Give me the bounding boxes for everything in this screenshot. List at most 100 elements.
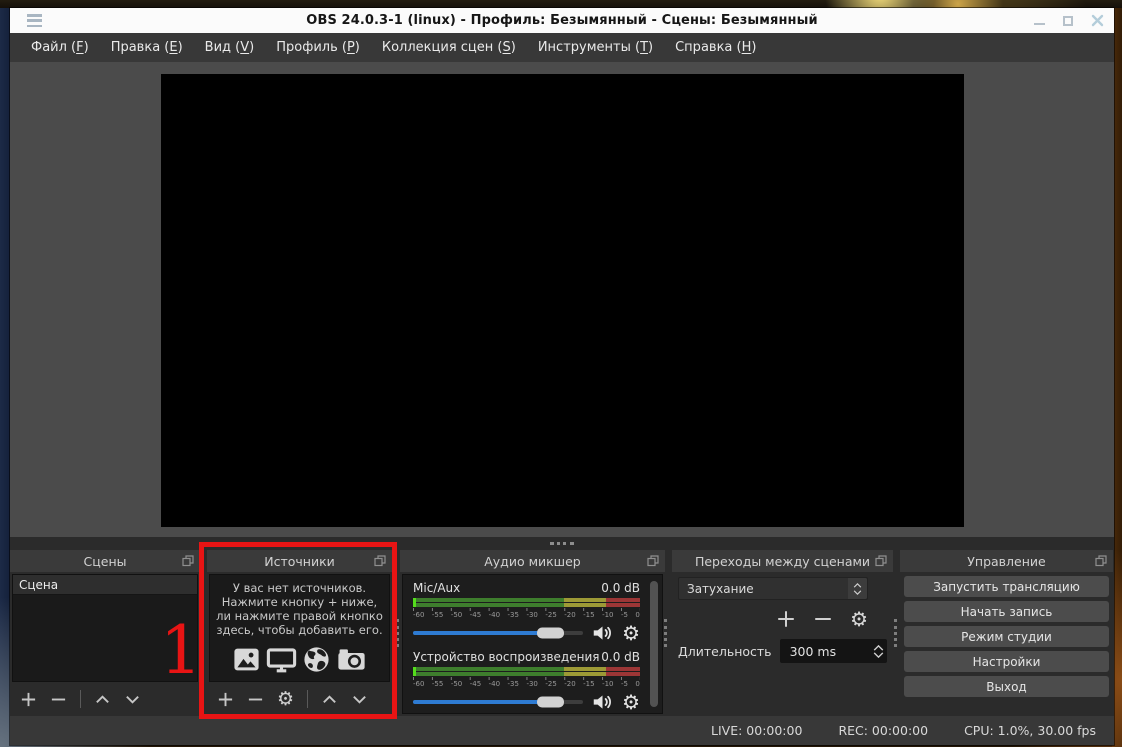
transition-properties-gear-icon[interactable]: ⚙ xyxy=(850,609,868,629)
sources-toolbar: ⚙ xyxy=(207,682,392,716)
transitions-dock: Переходы между сценами Затухание ⚙ Длите… xyxy=(672,550,893,716)
window-controls xyxy=(1032,8,1104,33)
transition-select[interactable]: Затухание xyxy=(678,577,868,600)
menu-item[interactable]: Инструменты (T) xyxy=(529,36,662,59)
controls-dock-titlebar: Управление xyxy=(900,550,1113,572)
dock-row: Сцены Сцена Источники У вас нет источник… xyxy=(10,550,1114,716)
dock-resize-handle[interactable] xyxy=(396,619,399,647)
dock-splitter[interactable] xyxy=(10,537,1114,550)
control-button[interactable]: Начать запись xyxy=(904,601,1109,622)
menu-bar: Файл (F) Правка (E) Вид (V) Профиль (P) Колл… xyxy=(10,33,1114,62)
meter-tick-labels: -60 -55 -50 -45 -40 -35 -30 -25 -20 -15 -10 -5 0 xyxy=(413,611,640,619)
close-button[interactable] xyxy=(1090,14,1104,28)
scenes-dock-title: Сцены xyxy=(83,553,127,569)
preview-area xyxy=(10,62,1114,537)
dock-float-icon[interactable] xyxy=(875,555,887,567)
window-title: OBS 24.0.3-1 (linux) - Профиль: Безымянн… xyxy=(306,13,818,28)
image-icon xyxy=(234,648,259,671)
volume-meter xyxy=(413,598,640,607)
menu-item[interactable]: Справка (H) xyxy=(666,36,765,59)
menu-item[interactable]: Вид (V) xyxy=(196,36,264,59)
controls-buttons: Запустить трансляцию Начать запись Режим с… xyxy=(900,572,1113,701)
toolbar-separator xyxy=(80,690,81,708)
controls-dock-title: Управление xyxy=(967,553,1046,569)
remove-source-button[interactable] xyxy=(247,691,264,708)
control-button[interactable]: Выход xyxy=(904,676,1109,697)
close-icon xyxy=(1091,14,1103,27)
scene-move-down-button[interactable] xyxy=(124,691,141,708)
minimize-button[interactable] xyxy=(1032,14,1046,28)
remove-scene-button[interactable] xyxy=(50,691,67,708)
menu-item[interactable]: Файл (F) xyxy=(22,36,98,59)
scenes-dock: Сцены Сцена xyxy=(10,550,200,716)
maximize-button[interactable] xyxy=(1061,14,1075,28)
combo-spinner-icon xyxy=(848,578,867,599)
title-bar: OBS 24.0.3-1 (linux) - Профиль: Безымянн… xyxy=(10,8,1114,33)
splitter-handle-icon xyxy=(550,542,574,545)
channel-settings-gear-icon[interactable]: ⚙ xyxy=(622,692,640,712)
dock-resize-handle[interactable] xyxy=(664,619,667,647)
control-button[interactable]: Настройки xyxy=(904,651,1109,672)
sources-empty-state[interactable]: У вас нет источников. Нажмите кнопку + ни… xyxy=(209,574,390,682)
volume-slider[interactable] xyxy=(413,696,584,708)
volume-slider[interactable] xyxy=(413,627,584,639)
source-type-icons xyxy=(232,645,367,674)
dock-resize-handle[interactable] xyxy=(894,619,897,647)
desktop-background: OBS 24.0.3-1 (linux) - Профиль: Безымянн… xyxy=(0,0,1122,747)
toolbar-separator xyxy=(307,690,309,708)
spinbox-arrows-icon[interactable] xyxy=(869,639,887,663)
source-move-down-button[interactable] xyxy=(351,691,368,708)
source-move-up-button[interactable] xyxy=(321,691,338,708)
sources-empty-text: У вас нет источников. Нажмите кнопку + ни… xyxy=(216,581,383,637)
scene-move-up-button[interactable] xyxy=(94,691,111,708)
status-bar: LIVE: 00:00:00 REC: 00:00:00 CPU: 1.0%, … xyxy=(10,716,1114,745)
scene-list[interactable]: Сцена xyxy=(12,574,198,682)
volume-slider-handle[interactable] xyxy=(536,696,564,708)
sources-dock-title: Источники xyxy=(264,553,335,569)
sources-dock: Источники У вас нет источников. Нажмите к… xyxy=(207,550,392,716)
mixer-channel: Устройство воспроизведения 0.0 dB -60 -55… xyxy=(413,650,640,712)
duration-value: 300 ms xyxy=(789,643,837,659)
obs-window: OBS 24.0.3-1 (linux) - Профиль: Безымянн… xyxy=(10,8,1114,745)
volume-meter xyxy=(413,667,640,676)
scenes-dock-titlebar: Сцены xyxy=(10,550,200,572)
display-icon xyxy=(266,648,297,673)
scene-list-item[interactable]: Сцена xyxy=(13,575,197,595)
channel-name: Mic/Aux xyxy=(413,581,461,595)
control-button[interactable]: Режим студии xyxy=(904,626,1109,647)
sources-dock-titlebar: Источники xyxy=(207,550,392,572)
add-scene-button[interactable] xyxy=(20,691,37,708)
control-button[interactable]: Запустить трансляцию xyxy=(904,576,1109,597)
channel-level-db: 0.0 dB xyxy=(601,581,640,595)
duration-spinbox[interactable]: 300 ms xyxy=(779,639,887,663)
audio-mixer-dock: Аудио микшер Mic/Aux 0.0 dB -60 -55 -50 … xyxy=(400,550,665,716)
mixer-channel: Mic/Aux 0.0 dB -60 -55 -50 -45 -40 -35 -30 -25-… xyxy=(413,581,640,643)
mixer-body: Mic/Aux 0.0 dB -60 -55 -50 -45 -40 -35 -30 -25-… xyxy=(402,574,663,714)
remove-transition-button[interactable] xyxy=(813,609,833,629)
mixer-dock-titlebar: Аудио микшер xyxy=(400,550,665,572)
dock-float-icon[interactable] xyxy=(374,555,386,567)
channel-level-db: 0.0 dB xyxy=(601,650,640,664)
dock-float-icon[interactable] xyxy=(1095,555,1107,567)
dock-float-icon[interactable] xyxy=(182,555,194,567)
dock-float-icon[interactable] xyxy=(647,555,659,567)
volume-slider-handle[interactable] xyxy=(536,627,564,639)
speaker-icon[interactable] xyxy=(592,692,613,712)
menu-item[interactable]: Правка (E) xyxy=(102,36,192,59)
menu-item[interactable]: Профиль (P) xyxy=(267,36,369,59)
transitions-body: Затухание ⚙ Длительность 300 ms xyxy=(672,572,893,668)
transitions-dock-titlebar: Переходы между сценами xyxy=(672,550,893,572)
rec-time: REC: 00:00:00 xyxy=(838,723,929,738)
speaker-icon[interactable] xyxy=(592,623,613,643)
add-source-button[interactable] xyxy=(217,691,234,708)
hamburger-menu-icon[interactable] xyxy=(27,14,42,27)
channel-settings-gear-icon[interactable]: ⚙ xyxy=(622,623,640,643)
source-properties-gear-icon[interactable]: ⚙ xyxy=(277,689,294,709)
mixer-scrollbar[interactable] xyxy=(650,581,658,707)
add-transition-button[interactable] xyxy=(776,609,796,629)
live-time: LIVE: 00:00:00 xyxy=(711,723,803,738)
channel-name: Устройство воспроизведения xyxy=(413,650,600,664)
menu-item[interactable]: Коллекция сцен (S) xyxy=(373,36,525,59)
controls-dock: Управление Запустить трансляцию Начать за… xyxy=(900,550,1113,716)
video-preview-canvas[interactable] xyxy=(161,74,964,527)
